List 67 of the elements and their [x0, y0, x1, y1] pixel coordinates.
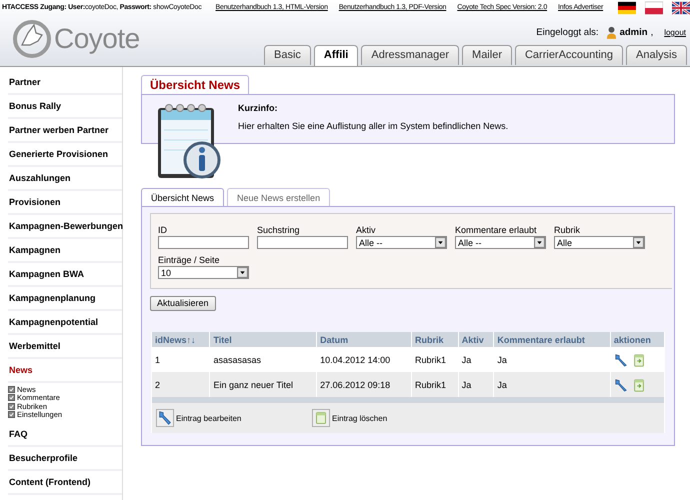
sidebar-item[interactable]: FAQ [8, 423, 122, 447]
logout-link[interactable]: logout [664, 28, 686, 37]
table-cell: Rubrik1 [412, 372, 458, 397]
filter-label: Einträge / Seite [158, 255, 221, 265]
sidebar-item[interactable]: Partner [8, 71, 122, 95]
table-cell: 27.06.2012 09:18 [317, 372, 412, 397]
input-field[interactable] [158, 236, 249, 249]
german-flag-icon[interactable] [618, 0, 636, 14]
login-label: Eingeloggt als: [536, 27, 599, 38]
sidebar-item[interactable]: Kampagnenpotential [8, 311, 122, 335]
username: admin [620, 27, 648, 38]
user-icon [606, 26, 617, 39]
sidebar-item[interactable]: Partner werben Partner [8, 119, 122, 143]
main-tab[interactable]: Basic [264, 45, 311, 65]
table-cell: Ja [458, 372, 494, 397]
dropdown[interactable]: Alle -- [455, 236, 546, 249]
info-text: Hier erhalten Sie eine Auflistung aller im System befindlichen News. [238, 121, 508, 131]
sub-tab[interactable]: Neue News erstellen [227, 188, 330, 206]
filter-label: Aktiv [356, 225, 377, 235]
main-tab[interactable]: Analysis [626, 45, 687, 65]
table-cell: Ein ganz neuer Titel [210, 372, 316, 397]
sidebar-item[interactable]: Provisionen [8, 191, 122, 215]
filter-label: ID [158, 225, 168, 235]
separator: , [650, 27, 654, 38]
sidebar-item[interactable]: Kampagnen [8, 239, 122, 263]
sidebar-item[interactable]: Kampagnenplanung [8, 287, 122, 311]
column-header[interactable]: Datum [317, 332, 412, 347]
legend-label: Eintrag löschen [332, 414, 388, 422]
sidebar-item[interactable]: Content (Frontend) [8, 471, 122, 495]
main-tab[interactable]: Mailer [462, 45, 512, 65]
column-header[interactable]: Kommentare erlaubt [494, 332, 610, 347]
sub-tab[interactable]: Übersicht News [141, 188, 224, 206]
column-header[interactable]: Aktiv [458, 332, 494, 347]
column-header[interactable]: aktionen [610, 332, 664, 347]
info-heading: Kurzinfo: [238, 103, 278, 113]
column-header[interactable]: Rubrik [412, 332, 458, 347]
sidebar-item[interactable]: Bonus Rally [8, 95, 122, 119]
wrench-icon[interactable] [614, 378, 628, 392]
main-tab[interactable]: Affili [314, 45, 358, 66]
input-field[interactable] [257, 236, 348, 249]
filter-label: Kommentare erlaubt [455, 225, 538, 235]
table-cell: 2 [152, 372, 210, 397]
legend-label: Eintrag bearbeiten [176, 414, 242, 422]
uk-flag-icon[interactable] [672, 0, 690, 14]
sidebar-item[interactable]: Generierte Provisionen [8, 143, 122, 167]
main-tab[interactable]: Adressmanager [361, 45, 460, 65]
sidebar-item[interactable]: Kampagnen BWA [8, 263, 122, 287]
filter-label: Suchstring [257, 225, 301, 235]
wrench-icon [156, 409, 174, 427]
sidebar-item[interactable]: Auszahlungen [8, 167, 122, 191]
sidebar-item[interactable]: Werbemittel [8, 335, 122, 359]
dropdown[interactable]: 10 [158, 266, 249, 279]
refresh-button[interactable]: Aktualisieren [150, 296, 216, 311]
filter-label: Rubrik [554, 225, 582, 235]
dropdown[interactable]: Alle [554, 236, 645, 249]
dropdown[interactable]: Alle -- [356, 236, 447, 249]
main-tab[interactable]: CarrierAccounting [514, 45, 624, 65]
page-title: Übersicht News [141, 75, 250, 94]
logo-text: Coyote [54, 22, 140, 54]
column-header[interactable]: Titel [210, 332, 316, 347]
polish-flag-icon[interactable] [645, 0, 664, 14]
table-cell: Ja [494, 372, 610, 397]
wrench-icon[interactable] [614, 352, 628, 366]
column-header[interactable]: idNews↑↓ [152, 332, 210, 347]
sidebar-item[interactable]: Besucherprofile [8, 447, 122, 471]
sidebar-item[interactable]: News [8, 359, 122, 383]
sidebar-item[interactable]: Kampagnen-Bewerbungen [8, 215, 122, 239]
